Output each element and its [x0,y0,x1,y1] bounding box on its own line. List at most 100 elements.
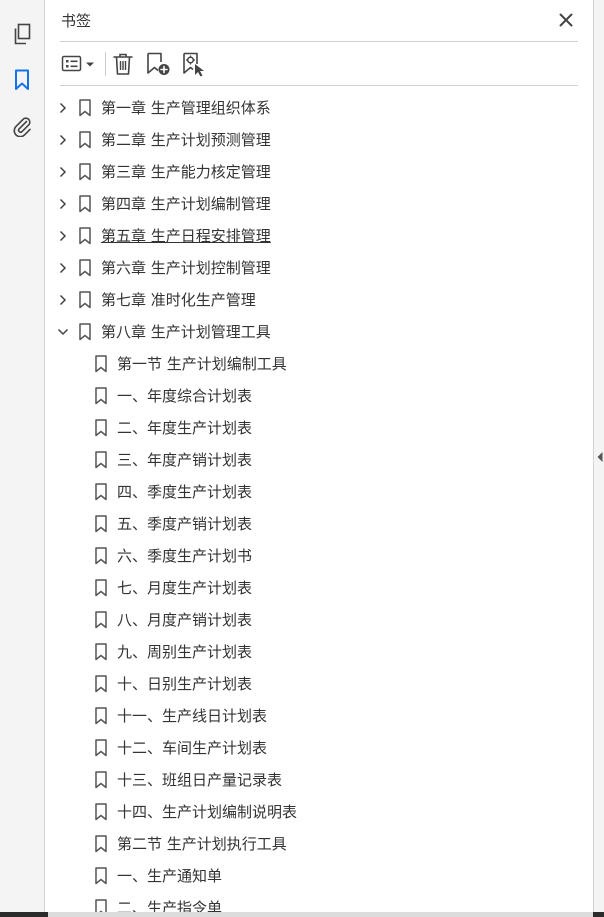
bookmark-chapter[interactable]: 第七章 准时化生产管理 [45,284,565,316]
bookmark-icon [95,707,107,725]
bookmark-icon [95,771,107,789]
bookmark-item[interactable]: 第一节 生产计划编制工具 [45,348,565,380]
bookmark-icon [95,643,107,661]
bookmark-item[interactable]: 六、季度生产计划书 [45,540,565,572]
bookmark-item[interactable]: 一、年度综合计划表 [45,380,565,412]
bookmark-chapter[interactable]: 第五章 生产日程安排管理 [45,220,565,252]
bookmark-chapter[interactable]: 第八章 生产计划管理工具 [45,316,565,348]
expanded-chevron-icon[interactable] [56,325,70,339]
bookmark-icon [95,835,107,853]
bookmark-item[interactable]: 二、年度生产计划表 [45,412,565,444]
panel-header: 书签 [45,0,593,42]
bookmark-icon [95,515,107,533]
bookmark-label: 第六章 生产计划控制管理 [101,259,271,277]
collapse-panel-arrow-icon[interactable] [596,451,604,463]
bookmark-icon [95,355,107,373]
bookmark-chapter[interactable]: 第一章 生产管理组织体系 [45,92,565,124]
bookmark-item[interactable]: 八、月度产销计划表 [45,604,565,636]
bookmark-label: 第二节 生产计划执行工具 [117,835,287,853]
collapsed-chevron-icon[interactable] [56,197,70,211]
page-thumbnails-icon[interactable] [10,22,34,46]
bookmarks-toolbar [45,44,593,84]
new-bookmark-button[interactable] [144,50,172,78]
bookmark-item[interactable]: 五、季度产销计划表 [45,508,565,540]
panel-resize-strip [593,0,604,917]
options-menu-icon [61,55,94,72]
bookmark-item[interactable]: 十、日别生产计划表 [45,668,565,700]
bookmark-label: 十、日别生产计划表 [117,675,253,693]
bookmark-item[interactable]: 十三、班组日产量记录表 [45,764,565,796]
bookmark-item[interactable]: 四、季度生产计划表 [45,476,565,508]
bookmark-label: 第五章 生产日程安排管理 [101,227,271,245]
bookmark-label: 四、季度生产计划表 [117,483,253,501]
bookmark-icon [95,547,107,565]
bookmark-icon [95,611,107,629]
bookmark-label: 一、年度综合计划表 [117,387,253,405]
bookmark-item[interactable]: 十一、生产线日计划表 [45,700,565,732]
bookmark-icon [79,163,91,181]
collapsed-chevron-icon[interactable] [56,261,70,275]
collapsed-chevron-icon[interactable] [56,133,70,147]
bookmark-chapter[interactable]: 第六章 生产计划控制管理 [45,252,565,284]
bookmark-icon [95,419,107,437]
bookmark-icon [95,483,107,501]
bookmark-icon [79,227,91,245]
bookmark-label: 十二、车间生产计划表 [117,739,268,757]
bookmark-label: 第四章 生产计划编制管理 [101,195,271,213]
bookmark-item[interactable]: 九、周别生产计划表 [45,636,565,668]
delete-icon [113,53,133,75]
bookmark-label: 五、季度产销计划表 [117,515,253,533]
bookmark-icon [79,259,91,277]
bookmark-label: 十一、生产线日计划表 [117,707,268,725]
bookmark-chapter[interactable]: 第四章 生产计划编制管理 [45,188,565,220]
bookmark-label: 第七章 准时化生产管理 [101,291,256,309]
bookmark-icon [95,803,107,821]
panel-title: 书签 [61,12,92,30]
collapsed-chevron-icon[interactable] [56,293,70,307]
bookmark-label: 第二章 生产计划预测管理 [101,131,271,149]
new-bookmark-icon [147,52,170,75]
bookmark-label: 第八章 生产计划管理工具 [101,323,271,341]
left-navigation-bar [0,0,45,917]
bookmark-tree: 第一章 生产管理组织体系 第二章 生产计划预测管理 第三章 生产能力核定管理 第四章 … [45,92,565,917]
bookmark-chapter[interactable]: 第三章 生产能力核定管理 [45,156,565,188]
collapsed-chevron-icon[interactable] [56,165,70,179]
toolbar-separator [105,52,106,76]
bookmark-label: 一、生产通知单 [117,867,223,885]
bookmark-label: 三、年度产销计划表 [117,451,253,469]
header-divider [60,41,578,42]
bookmark-icon [95,387,107,405]
bottom-edge [0,912,604,917]
collapsed-chevron-icon[interactable] [56,101,70,115]
bookmark-label: 第三章 生产能力核定管理 [101,163,271,181]
bookmark-chapter[interactable]: 第二章 生产计划预测管理 [45,124,565,156]
bookmark-item[interactable]: 第二节 生产计划执行工具 [45,828,565,860]
close-panel-button[interactable] [555,9,577,31]
bookmark-label: 七、月度生产计划表 [117,579,253,597]
bookmark-item[interactable]: 十四、生产计划编制说明表 [45,796,565,828]
bookmark-icon [95,739,107,757]
bookmark-icon [95,867,107,885]
bookmark-label: 第一章 生产管理组织体系 [101,99,271,117]
bookmark-label: 二、年度生产计划表 [117,419,253,437]
bookmark-item[interactable]: 一、生产通知单 [45,860,565,892]
bookmark-icon [79,195,91,213]
bookmark-label: 九、周别生产计划表 [117,643,253,661]
bookmark-item[interactable]: 三、年度产销计划表 [45,444,565,476]
bookmark-icon [79,291,91,309]
attachments-icon[interactable] [10,114,34,138]
bookmark-item[interactable]: 十二、车间生产计划表 [45,732,565,764]
collapsed-chevron-icon[interactable] [56,229,70,243]
options-menu-button[interactable] [60,50,98,78]
bookmark-label: 六、季度生产计划书 [117,547,253,565]
delete-bookmark-button[interactable] [111,50,135,78]
bookmarks-panel: 书签 第一章 生产管理组织体系 第二章 生产计划预测管理 第三章 生产能力核定管… [45,0,593,917]
bookmarks-icon[interactable] [10,68,34,92]
bookmark-from-selection-button[interactable] [179,50,207,78]
bookmark-from-selection-icon [183,52,204,77]
bookmark-item[interactable]: 七、月度生产计划表 [45,572,565,604]
bookmark-label: 第一节 生产计划编制工具 [117,355,287,373]
bookmark-icon [79,323,91,341]
bookmark-icon [79,99,91,117]
bookmark-label: 八、月度产销计划表 [117,611,253,629]
